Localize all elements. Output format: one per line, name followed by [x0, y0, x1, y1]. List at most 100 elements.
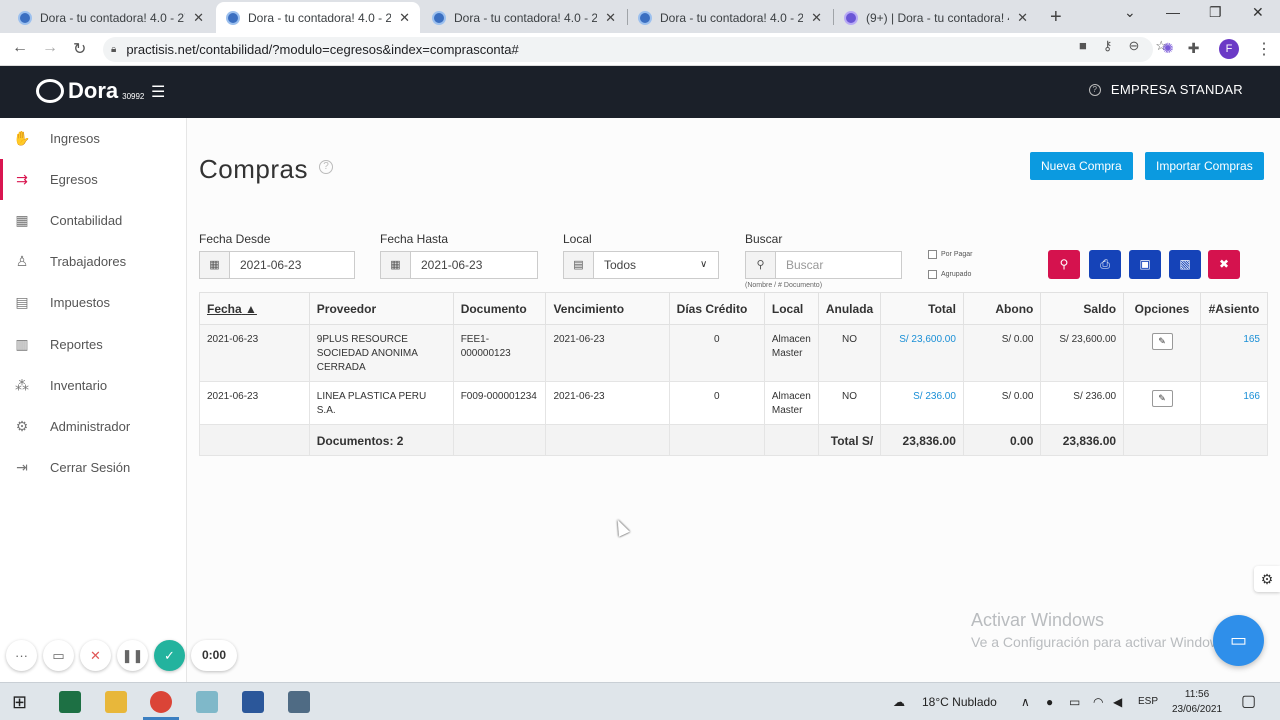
total-link[interactable]: S/ 23,600.00 [899, 334, 956, 345]
back-icon[interactable]: ← [12, 39, 28, 57]
search-field[interactable]: ⚲ Buscar [745, 251, 902, 279]
cell-saldo: S/ 236.00 [1040, 381, 1125, 425]
new-tab-icon[interactable]: + [1050, 6, 1062, 29]
zoom-icon[interactable]: ⊖ [1128, 38, 1139, 54]
column-header-total[interactable]: Total [880, 292, 964, 325]
sidebar-item-administrador[interactable]: ⚙ Administrador [0, 406, 186, 447]
finish-recording-icon[interactable]: ✓ [154, 640, 185, 671]
briefcase-button[interactable]: ▣ [1129, 250, 1161, 279]
reload-icon[interactable]: ↻ [73, 39, 86, 59]
key-icon[interactable]: ⚷ [1103, 38, 1113, 54]
browser-tab-1[interactable]: Dora - tu contadora! 4.0 - 27 ✕ [8, 2, 214, 33]
company-selector[interactable]: ? EMPRESA STANDAR [1088, 82, 1243, 97]
asiento-link[interactable]: 166 [1243, 391, 1260, 402]
webcam-toggle-icon[interactable]: ▭ [43, 640, 74, 671]
column-header-anulada[interactable]: Anulada [817, 292, 882, 325]
menu-kebab-icon[interactable]: ⋮ [1256, 39, 1272, 59]
help-icon[interactable]: ? [319, 160, 333, 174]
camera-icon[interactable]: ■ [1079, 38, 1087, 54]
edit-pencil-icon[interactable]: ✎ [1151, 390, 1173, 407]
search-button[interactable]: ⚲ [1048, 250, 1080, 279]
browser-tab-5[interactable]: (9+) | Dora - tu contadora! 4.0 ✕ [834, 2, 1038, 33]
search-input[interactable]: Buscar [776, 252, 901, 278]
weather-text[interactable]: 18°C Nublado [922, 695, 997, 709]
sidebar-item-ingresos[interactable]: ✋ Ingresos [0, 118, 186, 159]
excel-app-icon[interactable] [59, 691, 81, 713]
sidebar-item-contabilidad[interactable]: ▦ Contabilidad [0, 200, 186, 241]
column-header-local[interactable]: Local [763, 292, 819, 325]
browser-tab-4[interactable]: Dora - tu contadora! 4.0 - 27 ✕ [628, 2, 832, 33]
asiento-link[interactable]: 165 [1243, 334, 1260, 345]
word-app-icon[interactable] [242, 691, 264, 713]
sidebar-item-egresos[interactable]: ⇉ Egresos [0, 159, 186, 200]
browser-tab-2[interactable]: Dora - tu contadora! 4.0 - 27 ✕ [216, 2, 420, 33]
close-tab-icon[interactable]: ✕ [399, 10, 410, 26]
sidebar-item-cerrar-sesion[interactable]: ⇥ Cerrar Sesión [0, 447, 186, 488]
close-tab-icon[interactable]: ✕ [1017, 10, 1028, 26]
column-header-vencimiento[interactable]: Vencimiento [545, 292, 670, 325]
close-window-icon[interactable]: ✕ [1252, 4, 1264, 21]
print-button[interactable]: ⎙ [1089, 250, 1121, 279]
clock[interactable]: 11:56 23/06/2021 [1172, 687, 1222, 717]
restore-icon[interactable]: ❐ [1209, 4, 1222, 21]
more-options-icon[interactable]: ··· [6, 640, 37, 671]
cancel-recording-icon[interactable]: ✕ [80, 640, 111, 671]
tab-search-icon[interactable]: ⌄ [1124, 4, 1136, 21]
microphone-icon[interactable]: ● [1046, 695, 1053, 709]
sidebar-item-reportes[interactable]: ▥ Reportes [0, 324, 186, 365]
main-content: Compras ? Nueva Compra Importar Compras … [187, 118, 1280, 682]
hamburger-menu-icon[interactable]: ☰ [151, 82, 165, 102]
chrome-app-icon[interactable] [150, 691, 172, 713]
extension-icon[interactable]: ✺ [1162, 40, 1174, 57]
column-header-dias-credito[interactable]: Días Crédito [668, 292, 765, 325]
profile-avatar[interactable]: F [1219, 39, 1239, 59]
column-header-fecha[interactable]: Fecha ▲ [199, 292, 310, 325]
total-link[interactable]: S/ 236.00 [913, 391, 956, 402]
column-header-documento[interactable]: Documento [452, 292, 547, 325]
file-explorer-icon[interactable] [105, 691, 127, 713]
forward-icon[interactable]: → [42, 39, 58, 57]
por-pagar-checkbox[interactable]: Por Pagar [928, 250, 973, 259]
checkbox-box[interactable] [928, 270, 937, 279]
edit-pencil-icon[interactable]: ✎ [1151, 333, 1173, 350]
pause-recording-icon[interactable]: ❚❚ [117, 640, 148, 671]
sidebar-item-impuestos[interactable]: ▤ Impuestos [0, 282, 186, 323]
column-header-abono[interactable]: Abono [962, 292, 1042, 325]
chat-bubble-icon[interactable]: ▭ [1213, 615, 1264, 666]
delete-button[interactable]: ✖ [1208, 250, 1240, 279]
column-header-asiento[interactable]: #Asiento [1199, 292, 1269, 325]
excel-export-button[interactable]: ▧ [1169, 250, 1201, 279]
close-tab-icon[interactable]: ✕ [811, 10, 822, 26]
settings-gear-icon[interactable]: ⚙ [1254, 566, 1280, 592]
tray-chevron-icon[interactable]: ∧ [1021, 695, 1030, 709]
import-purchases-button[interactable]: Importar Compras [1145, 152, 1264, 180]
wifi-icon[interactable]: ◠ [1093, 695, 1103, 709]
agrupado-checkbox[interactable]: Agrupado [928, 270, 971, 279]
dora-logo[interactable]: Dora 30992 [36, 78, 144, 104]
battery-icon[interactable]: ▭ [1069, 695, 1080, 709]
weather-icon[interactable]: ☁ [893, 695, 905, 709]
language-indicator[interactable]: ESP [1138, 696, 1158, 707]
puzzle-icon[interactable]: ✚ [1188, 40, 1200, 57]
url-field[interactable]: 🔒︎ practisis.net/contabilidad/?modulo=ce… [103, 37, 1153, 62]
minimize-icon[interactable]: — [1166, 4, 1180, 20]
sidebar-item-trabajadores[interactable]: ♙ Trabajadores [0, 241, 186, 282]
calculator-app-icon[interactable] [288, 691, 310, 713]
column-header-proveedor[interactable]: Proveedor [308, 292, 454, 325]
sidebar-item-inventario[interactable]: ⁂ Inventario [0, 365, 186, 406]
extensions: ✺ ✚ [1162, 40, 1199, 57]
new-purchase-button[interactable]: Nueva Compra [1030, 152, 1133, 180]
fecha-desde-field[interactable]: ▦ 2021-06-23 [199, 251, 355, 279]
checkbox-box[interactable] [928, 250, 937, 259]
cell-abono: S/ 0.00 [962, 324, 1042, 382]
close-tab-icon[interactable]: ✕ [193, 10, 204, 26]
volume-icon[interactable]: ◀ [1113, 695, 1122, 709]
browser-tab-3[interactable]: Dora - tu contadora! 4.0 - 27 ✕ [422, 2, 626, 33]
close-tab-icon[interactable]: ✕ [605, 10, 616, 26]
local-select[interactable]: ▤ Todos ∨ [563, 251, 719, 279]
windows-start-icon[interactable]: ⊞ [12, 691, 34, 713]
app-window-icon[interactable] [196, 691, 218, 713]
notifications-icon[interactable]: ▢ [1241, 691, 1256, 711]
column-header-saldo[interactable]: Saldo [1040, 292, 1125, 325]
fecha-hasta-field[interactable]: ▦ 2021-06-23 [380, 251, 538, 279]
